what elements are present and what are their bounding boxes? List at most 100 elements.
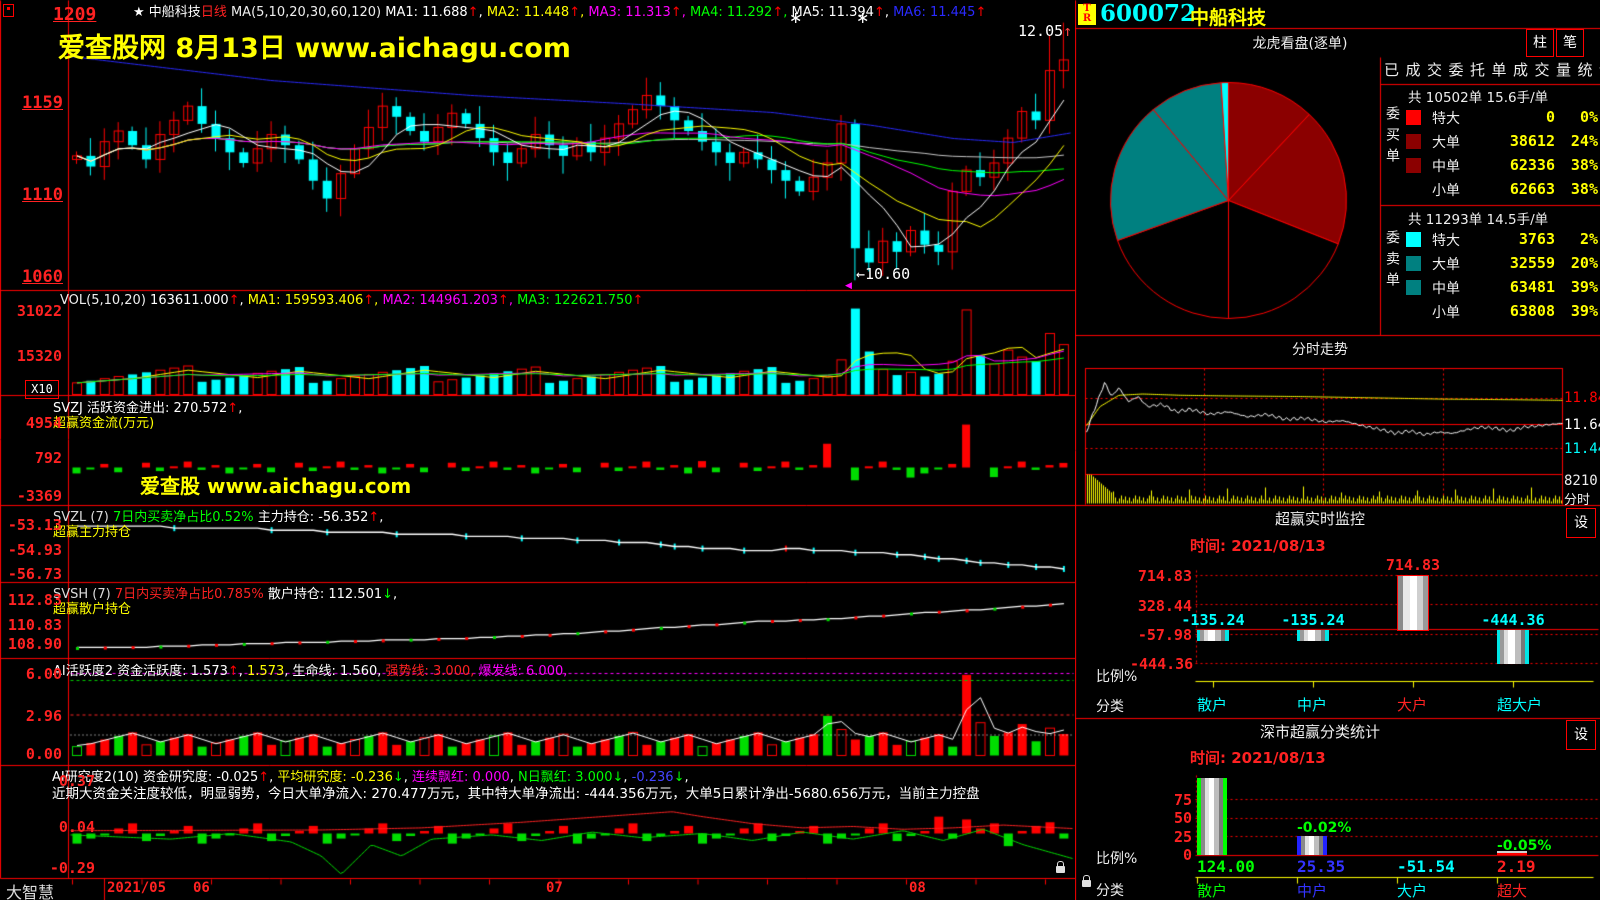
sz-y-label: 25 — [1150, 828, 1192, 846]
aih-header: AI活跃度2 资金活跃度: 1.573↑, 1.573, 生命线: 1.560,… — [53, 660, 567, 679]
svsh-subtitle: 超赢散户持仓 — [53, 598, 131, 617]
sz-category-label: 中户 — [1297, 880, 1327, 900]
brand-label: 大智慧 — [6, 879, 54, 900]
sz-bar-value: -51.54 — [1397, 857, 1455, 876]
aih-y-label: 2.96 — [0, 707, 62, 725]
sz-category-label: 超大 — [1497, 880, 1527, 900]
tab-pen-mode[interactable]: 笔 — [1556, 29, 1584, 57]
table-row-value: 32559 — [1455, 254, 1555, 272]
svzl-y-label: -54.93 — [0, 541, 62, 559]
monitor-bar-大户 — [1397, 575, 1429, 631]
sz-bar-散户 — [1197, 778, 1227, 855]
monitor-bar-value: -135.24 — [1175, 611, 1251, 629]
aiy-y-label: -0.29 — [30, 859, 95, 877]
watermark-big: 爱查股网 8月13日 www.aichagu.com — [58, 26, 571, 65]
date-axis-label: 2021/05 — [107, 880, 166, 896]
table-summary: 共 11293单 14.5手/单 — [1408, 208, 1548, 228]
table-row-value: 63481 — [1455, 278, 1555, 296]
table-side-label: 委卖单 — [1382, 230, 1402, 293]
aiy-description: 近期大资金关注度较低，明显弱势，今日大单净流入: 270.477万元，其中特大单… — [52, 782, 980, 802]
aiy-y-label: 0.04 — [30, 818, 95, 836]
table-row-pct: 39% — [1553, 278, 1598, 296]
svsh-y-label: 108.90 — [0, 635, 62, 653]
monitor-bar-value: -135.24 — [1275, 611, 1351, 629]
monitor-bar-散户 — [1197, 630, 1229, 640]
main-y-label: 1110 — [0, 185, 63, 205]
corner-icon — [3, 4, 14, 17]
sz-y-label: 0 — [1150, 846, 1192, 864]
table-row-pct: 24% — [1553, 132, 1598, 150]
left-charts-canvas — [0, 0, 1075, 900]
vol-header: VOL(5,10,20) 163611.000↑, MA1: 159593.40… — [60, 293, 643, 308]
table-row-pct: 39% — [1553, 302, 1598, 320]
sz-category-label: 散户 — [1197, 880, 1227, 900]
sz-y-label: 75 — [1150, 791, 1192, 809]
intraday-price-label: 11.44 — [1564, 441, 1600, 457]
vol-unit-box: X10 — [25, 380, 59, 399]
legend-swatch — [1406, 158, 1421, 173]
tab-bar-mode[interactable]: 柱 — [1526, 29, 1554, 57]
svsh-y-label: 110.83 — [0, 616, 62, 634]
table-row-pct: 38% — [1553, 156, 1598, 174]
monitor-settings-button[interactable]: 设 — [1566, 508, 1596, 538]
monitor-bar-value: -444.36 — [1475, 611, 1551, 629]
table-row-value: 63808 — [1455, 302, 1555, 320]
table-row-value: 62663 — [1455, 180, 1555, 198]
aih-y-label: 6.00 — [0, 665, 62, 683]
sz-extra-label: -0.05% — [1497, 838, 1551, 854]
sz-extra-label: -0.02% — [1297, 820, 1351, 836]
aiy-y-label: 0.37 — [30, 772, 95, 790]
stock-name: 中船科技 — [1190, 3, 1266, 30]
table-row-value: 38612 — [1455, 132, 1555, 150]
monitor-bar-超大户 — [1497, 630, 1529, 664]
intraday-title: 分时走势 — [1075, 339, 1565, 359]
lock-icon[interactable] — [1082, 880, 1091, 887]
monitor-class-label: 分类 — [1096, 696, 1124, 716]
monitor-bar-中户 — [1297, 630, 1329, 640]
sz-class-label: 分类 — [1096, 880, 1124, 900]
aih-y-label: 0.00 — [0, 745, 62, 763]
date-axis-label: 07 — [546, 880, 563, 896]
svzj-y-label: 792 — [0, 449, 62, 467]
legend-swatch — [1406, 280, 1421, 295]
intraday-corner-label: 分时 — [1564, 489, 1590, 508]
monitor-time: 时间: 2021/08/13 — [1190, 535, 1326, 556]
table-title: 已成交委托单成交量统计 — [1384, 59, 1600, 80]
table-row-value: 0 — [1455, 108, 1555, 126]
svzl-subtitle: 超赢主力持仓 — [53, 521, 131, 540]
vol-y-label: 15320 — [0, 347, 62, 365]
monitor-title: 超赢实时监控 — [1075, 508, 1565, 529]
date-axis-label: 06 — [193, 880, 210, 896]
annotation-low: ←10.60 — [856, 265, 910, 283]
signal-marker-icon: ◀ — [845, 281, 852, 291]
monitor-bar-value: 714.83 — [1375, 556, 1451, 574]
table-side-label: 委买单 — [1382, 106, 1402, 169]
intraday-vol-label: 8210 — [1564, 473, 1598, 489]
sz-settings-button[interactable]: 设 — [1566, 720, 1596, 750]
table-row-pct: 0% — [1553, 108, 1598, 126]
monitor-category-label: 散户 — [1197, 694, 1227, 715]
svzl-y-label: -56.73 — [0, 565, 62, 583]
intraday-price-label: 11.84 — [1564, 390, 1600, 406]
monitor-category-label: 超大户 — [1497, 694, 1542, 715]
sz-bar-value: 124.00 — [1197, 857, 1255, 876]
svzj-subtitle: 超赢资金流(万元) — [53, 412, 154, 431]
main-y-label: 1159 — [0, 93, 63, 113]
intraday-price-label: 11.64 — [1564, 417, 1600, 433]
date-axis-label: 08 — [909, 880, 926, 896]
tr-logo: TR — [1078, 4, 1096, 25]
table-row-pct: 20% — [1553, 254, 1598, 272]
sz-bar-value: 25.35 — [1297, 857, 1345, 876]
lock-icon[interactable] — [1056, 866, 1065, 873]
svzj-y-label: -3369 — [0, 487, 62, 505]
main-y-label: 1060 — [0, 267, 63, 287]
monitor-category-label: 大户 — [1397, 694, 1427, 715]
svzj-y-label: 4954 — [0, 414, 62, 432]
watermark-small: 爱查股 www.aichagu.com — [140, 470, 411, 499]
monitor-ratio-label: 比例% — [1096, 666, 1137, 686]
vol-y-label: 31022 — [0, 302, 62, 320]
stock-code: 600072 — [1100, 0, 1196, 27]
table-row-pct: 38% — [1553, 180, 1598, 198]
trading-terminal: ★ 中船科技日线 MA(5,10,20,30,60,120) MA1: 11.6… — [0, 0, 1600, 900]
sz-category-label: 大户 — [1397, 880, 1427, 900]
